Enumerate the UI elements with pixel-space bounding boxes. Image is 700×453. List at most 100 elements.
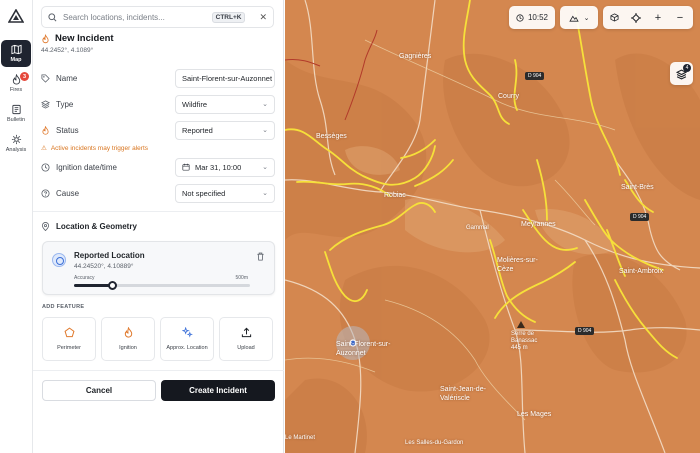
location-dot-icon — [52, 253, 66, 267]
flame-icon — [42, 125, 49, 135]
chevron-down-icon: ⌄ — [262, 190, 268, 197]
type-label: Type — [56, 99, 74, 109]
map-label-saint-ambroix: Saint-Ambroix — [619, 268, 663, 275]
flame-icon — [124, 327, 132, 338]
map-label-courry: Courry — [498, 93, 520, 100]
name-row: Name Saint-Florent-sur-Auzonnet — [41, 68, 275, 88]
create-incident-button[interactable]: Create Incident — [161, 380, 275, 401]
search-input[interactable]: Search locations, incidents... CTRL+K ✕ — [41, 6, 274, 28]
rail-item-label: Fires — [9, 87, 23, 93]
road-shield: D 904 — [630, 213, 650, 221]
map-label-gagnieres: Gagnières — [399, 53, 432, 60]
cause-row: Cause Not specified ⌄ — [41, 183, 275, 203]
time-control[interactable]: 10:52 — [509, 6, 555, 29]
sparkle-icon — [181, 327, 193, 338]
name-value: Saint-Florent-sur-Auzonnet — [182, 73, 273, 83]
nav-rail: Map Fires 3 Bulletin Analysis — [0, 0, 33, 453]
incident-coords: 44.2452°, 4.1089° — [41, 47, 94, 54]
search-shortcut: CTRL+K — [211, 11, 246, 23]
flame-icon — [42, 33, 49, 43]
status-label: Status — [56, 125, 79, 135]
type-select[interactable]: Wildfire ⌄ — [175, 94, 275, 114]
accuracy-value: 500m — [235, 275, 248, 281]
map-label-saint-jean: Saint-Jean-de-Valériscle — [440, 386, 486, 402]
rail-item-analysis[interactable]: Analysis — [1, 130, 31, 157]
rail-item-label: Bulletin — [6, 117, 26, 123]
status-alert-text: Active incidents may trigger alerts — [50, 144, 149, 152]
accuracy-slider[interactable] — [74, 281, 250, 290]
search-icon — [48, 12, 57, 21]
3d-cube-button[interactable] — [603, 13, 625, 22]
divider — [33, 370, 284, 371]
status-value: Reported — [182, 125, 213, 135]
cause-label: Cause — [56, 188, 80, 198]
name-field[interactable]: Saint-Florent-sur-Auzonnet — [175, 68, 275, 88]
map-label-robiac: Robiac — [384, 192, 406, 199]
ignition-datetime-picker[interactable]: Mar 31, 10:00 ⌄ — [175, 157, 275, 177]
cause-value: Not specified — [182, 188, 226, 198]
map-layers-button[interactable]: 4 — [670, 62, 693, 85]
rail-item-label: Map — [10, 57, 22, 63]
crosshair-icon — [631, 12, 641, 23]
locate-button[interactable] — [625, 12, 647, 23]
app-logo-icon[interactable] — [8, 9, 24, 23]
cancel-button[interactable]: Cancel — [42, 380, 156, 401]
incident-panel: Search locations, incidents... CTRL+K ✕ … — [33, 0, 284, 453]
ignition-value: Mar 31, 10:00 — [195, 162, 242, 172]
type-value: Wildfire — [182, 99, 208, 109]
incident-header: New Incident — [41, 33, 114, 44]
cause-select[interactable]: Not specified ⌄ — [175, 183, 275, 203]
map-label-gammal: Gammal — [466, 225, 489, 231]
pentagon-icon — [64, 327, 74, 338]
location-section-title: Location & Geometry — [41, 222, 137, 231]
fires-count-badge: 3 — [20, 72, 29, 81]
add-perimeter-button[interactable]: Perimeter — [42, 317, 96, 361]
map-label-serre-de-banassac: Serre de Banassac 445 m — [511, 331, 538, 351]
calendar-icon — [182, 163, 190, 171]
reported-location-card[interactable]: Reported Location 44.24520°, 4.10889° Ac… — [42, 241, 275, 295]
map-icon — [10, 44, 22, 55]
status-select[interactable]: Reported ⌄ — [175, 120, 275, 140]
tag-icon — [41, 73, 50, 83]
map-pin-icon — [41, 222, 50, 231]
chevron-down-icon: ⌄ — [262, 101, 268, 108]
map-label-meyrannes: Meyrannes — [521, 221, 556, 228]
close-icon[interactable]: ✕ — [259, 12, 267, 23]
map-label-molieres: Molières-sur-Cèze — [497, 257, 538, 273]
status-alert: ⚠ Active incidents may trigger alerts — [41, 144, 149, 153]
analysis-icon — [11, 134, 21, 145]
map-label-les-salles: Les Salles-du-Gardon — [405, 440, 464, 446]
trash-icon[interactable] — [256, 252, 265, 261]
search-placeholder: Search locations, incidents... — [63, 12, 165, 22]
bulletin-icon — [11, 104, 21, 115]
location-card-coords: 44.24520°, 4.10889° — [74, 263, 134, 270]
add-approx-location-button[interactable]: Approx. Location — [160, 317, 214, 361]
terrain-dropdown[interactable]: ⌄ — [560, 6, 598, 29]
accuracy-slider-handle[interactable] — [108, 281, 118, 290]
add-ignition-button[interactable]: Ignition — [101, 317, 155, 361]
chevron-down-icon: ⌄ — [262, 127, 268, 134]
map-label-besseges: Bessèges — [316, 133, 347, 140]
zoom-out-button[interactable]: − — [669, 12, 691, 24]
type-row: Type Wildfire ⌄ — [41, 94, 275, 114]
zoom-in-button[interactable]: + — [647, 12, 669, 24]
name-label: Name — [56, 73, 78, 83]
rail-item-bulletin[interactable]: Bulletin — [1, 100, 31, 127]
rail-item-fires[interactable]: Fires 3 — [1, 70, 31, 97]
add-feature-label: ADD FEATURE — [42, 304, 85, 310]
map-time: 10:52 — [527, 13, 549, 22]
rail-item-map[interactable]: Map — [1, 40, 31, 67]
divider — [33, 211, 284, 212]
chevron-down-icon: ⌄ — [583, 14, 590, 22]
page-title: New Incident — [55, 33, 114, 44]
chevron-down-icon: ⌄ — [262, 164, 268, 171]
upload-button[interactable]: Upload — [219, 317, 273, 361]
accuracy-slider-fill — [74, 284, 113, 287]
location-card-title: Reported Location — [74, 251, 145, 260]
road-shield: D 904 — [575, 327, 595, 335]
map-label-le-martinet: Le Martinet — [285, 435, 316, 441]
road-shield: D 904 — [525, 72, 545, 80]
map-canvas[interactable]: Gagnières Courry Bessèges Robiac Saint-B… — [285, 0, 700, 453]
layers-count-badge: 4 — [683, 64, 691, 72]
upload-icon — [241, 327, 251, 338]
